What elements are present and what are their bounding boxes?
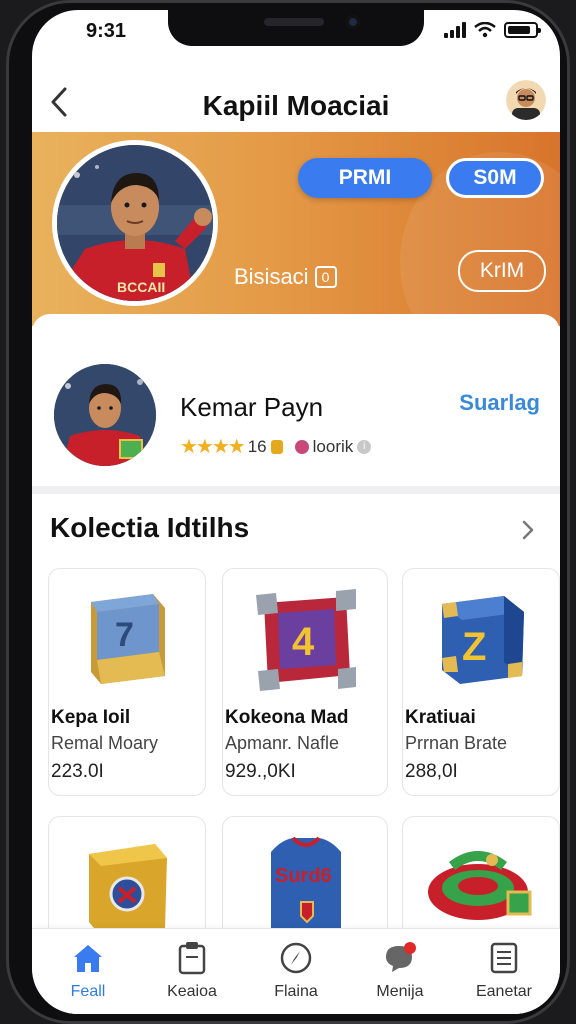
svg-text:Surd6: Surd6 [275, 865, 332, 887]
ring-toy-icon [428, 851, 532, 920]
tab-compass[interactable]: Flaina [246, 939, 346, 1009]
section-title: Kolectia Idtilhs [50, 512, 250, 543]
card-subtitle: Remal Moary [51, 733, 159, 753]
status-time: 9:31 [86, 20, 127, 42]
info-icon: i [357, 439, 372, 454]
rating-stars: ★★★★ [180, 436, 246, 458]
section-divider [32, 486, 560, 494]
front-camera [346, 15, 360, 29]
chevron-right-icon [522, 520, 534, 540]
collection-card[interactable]: 7 Kepa Ioil Remal Moary 223.0I [48, 568, 206, 796]
avatar-icon [506, 80, 546, 120]
tab-clipboard[interactable]: Keaioa [142, 939, 242, 1009]
hero-banner: BCCAII PRMI S0M Bisisaci 0 KrIM [32, 132, 560, 326]
notch [168, 10, 424, 46]
card-name: Kokeona Mad [225, 707, 349, 728]
hero-player-photo: BCCAII [52, 140, 218, 306]
nav-bar: Kapiil Moaciai [32, 72, 560, 132]
collection-card[interactable]: Z Kratiuai Prrnan Brate 288,0I [402, 568, 560, 796]
svg-text:7: 7 [115, 616, 134, 654]
clipboard-icon [178, 942, 206, 975]
card-art: 4 [223, 579, 387, 697]
player-illustration [57, 145, 213, 301]
tab-label: Flaina [274, 983, 318, 1000]
coin-icon [270, 439, 283, 454]
status-icons [444, 22, 541, 38]
primary-button[interactable]: PRMI [298, 158, 432, 198]
tab-home[interactable]: Feall [38, 939, 138, 1009]
svg-text:4: 4 [292, 620, 315, 664]
collection-card[interactable]: 4 Kokeona Mad Apmanr. Nafle 929.,0KI [222, 568, 388, 796]
jersey-text: BCCAII [117, 279, 166, 295]
profile-tag: loorik [312, 436, 354, 456]
svg-text:Z: Z [462, 625, 486, 669]
card-price: 288,0I [405, 761, 458, 782]
tab-document[interactable]: Eanetar [454, 939, 554, 1009]
tag-dot-icon [294, 439, 309, 454]
user-avatar[interactable] [506, 80, 546, 120]
profile-card: Kemar Payn ★★★★ 16 loorik i Suarlag [32, 314, 560, 490]
secondary-button[interactable]: S0M [446, 158, 544, 198]
battery-fill [508, 26, 531, 34]
tab-label: Eanetar [475, 983, 533, 1000]
blue-cube-icon: Z [442, 596, 524, 684]
tab-label: Keaioa [167, 983, 217, 1000]
card-subtitle: Prrnan Brate [405, 733, 508, 753]
jersey-icon: Surd6 [271, 836, 341, 936]
tab-bar: Feall Keaioa Flaina Menija Eanetar [32, 928, 560, 1014]
outline-button[interactable]: KrIM [458, 250, 546, 292]
blue-gold-pack-icon: 7 [91, 594, 165, 684]
card-art: 7 [49, 579, 205, 697]
tab-messages[interactable]: Menija [350, 939, 450, 1009]
chat-bubble-icon [386, 942, 416, 972]
profile-name: Kemar Payn [180, 392, 324, 422]
hero-status-badge: 0 [314, 266, 337, 288]
profile-action-link[interactable]: Suarlag [459, 390, 540, 416]
compass-icon [280, 942, 312, 974]
gold-pack-icon [89, 844, 167, 934]
red-chest-icon: 4 [256, 589, 356, 691]
profile-meta: ★★★★ 16 loorik i [180, 434, 372, 459]
card-price: 223.0I [51, 761, 104, 782]
tab-label: Menija [376, 983, 424, 1000]
document-icon [490, 942, 518, 974]
home-icon [74, 945, 102, 972]
screen: 9:31 Kapiil Moaciai BCCAII PRMI S0M Bisi… [32, 10, 560, 1014]
hero-status-text: Bisisaci [234, 264, 309, 289]
tab-label: Feall [70, 983, 106, 1000]
section-more-button[interactable] [514, 516, 542, 544]
card-art: Z [403, 579, 559, 697]
card-price: 929.,0KI [225, 761, 296, 782]
phone-frame: 9:31 Kapiil Moaciai BCCAII PRMI S0M Bisi… [6, 0, 570, 1024]
profile-avatar [54, 364, 156, 466]
card-subtitle: Apmanr. Nafle [225, 733, 340, 753]
signal-icon [444, 22, 466, 38]
battery-icon [504, 22, 541, 38]
rating-value: 16 [247, 436, 267, 456]
card-name: Kepa Ioil [51, 707, 131, 728]
card-name: Kratiuai [405, 707, 476, 728]
profile-player-illustration [54, 364, 156, 466]
wifi-icon [474, 22, 496, 38]
hero-status: Bisisaci 0 [234, 264, 337, 290]
speaker [264, 18, 324, 26]
page-title: Kapiil Moaciai [202, 90, 390, 121]
